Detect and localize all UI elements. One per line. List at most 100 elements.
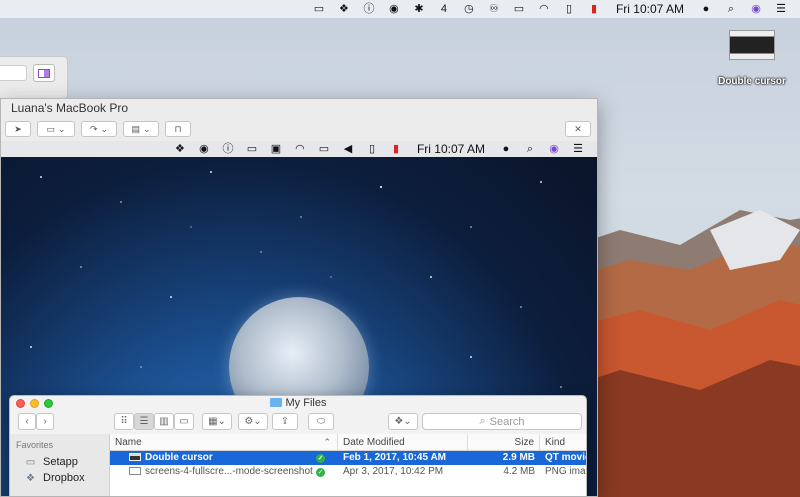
- airplay-icon[interactable]: ▭: [512, 2, 526, 16]
- sort-ascending-icon: ⌃: [323, 437, 331, 447]
- icon-view-button[interactable]: ⠿: [114, 413, 134, 430]
- disconnect-button[interactable]: ✕: [565, 121, 591, 137]
- siri-icon[interactable]: ◉: [547, 142, 561, 156]
- info-icon[interactable]: ⓘ: [221, 142, 235, 156]
- wifi-icon[interactable]: ◠: [293, 142, 307, 156]
- table-row[interactable]: screens-4-fullscre...-mode-screenshot ✓ …: [110, 465, 586, 479]
- user-icon[interactable]: ●: [499, 142, 513, 156]
- file-name: Double cursor: [145, 452, 213, 463]
- movie-file-icon: [129, 453, 141, 461]
- list-icon[interactable]: ☰: [571, 142, 585, 156]
- forward-button[interactable]: ›: [36, 413, 54, 430]
- file-date-cell: Feb 1, 2017, 10:45 AM: [343, 452, 447, 463]
- airplay-icon[interactable]: ▭: [317, 142, 331, 156]
- folder-icon: ▭: [25, 456, 36, 468]
- cover-flow-icon: ▭: [179, 416, 189, 427]
- column-view-button[interactable]: ▥: [154, 413, 174, 430]
- pointer-mode-button[interactable]: ➤: [5, 121, 31, 137]
- finder-window: My Files ‹ › ⠿ ☰ ▥ ▭ ▦ ⌄ ⚙ ⌄ ⇪ ⬭ ❖ ⌄ ⌕ Sear…: [9, 395, 587, 496]
- column-header-kind[interactable]: Kind: [540, 434, 586, 450]
- siri-icon[interactable]: ◉: [749, 2, 763, 16]
- file-list-header: Name ⌃ Date Modified Size Kind: [110, 434, 586, 451]
- close-icon: ✕: [574, 123, 582, 134]
- sidebar-item-label: Dropbox: [43, 472, 85, 484]
- user-icon[interactable]: ●: [699, 2, 713, 16]
- clipboard-button[interactable]: ▤ ⌄: [123, 121, 159, 137]
- dropbox-icon[interactable]: ❖: [173, 142, 187, 156]
- flag-icon[interactable]: ▮: [587, 2, 601, 16]
- zoom-window-button[interactable]: [44, 399, 53, 408]
- tags-button[interactable]: ⬭: [308, 413, 334, 430]
- dropbox-menu-button[interactable]: ❖ ⌄: [388, 413, 418, 430]
- sidebar-toggle-button[interactable]: [33, 64, 55, 82]
- remote-menu-bar: ❖ ◉ ⓘ ▭ ▣ ◠ ▭ ◀ ▯ ▮ Fri 10:07 AM ● ⌕ ◉ ☰: [1, 141, 597, 157]
- finder-title: My Files: [285, 397, 327, 409]
- table-row[interactable]: Double cursor ✓ Feb 1, 2017, 10:45 AM 2.…: [110, 451, 586, 465]
- share-action-button[interactable]: ↷ ⌄: [81, 121, 117, 137]
- group-button[interactable]: ▦ ⌄: [202, 413, 232, 430]
- chevron-down-icon: ⌄: [253, 416, 262, 427]
- sidebar-item-dropbox[interactable]: ❖ Dropbox: [10, 470, 109, 486]
- window-controls: [16, 399, 53, 408]
- grid-icon: ⠿: [120, 416, 128, 427]
- calendar-icon[interactable]: 4: [437, 2, 451, 16]
- menu-bar-clock[interactable]: Fri 10:07 AM: [612, 2, 688, 16]
- share-icon: ⇪: [280, 416, 290, 427]
- remote-screen-window: Luana's MacBook Pro ➤ ▭ ⌄ ↷ ⌄ ▤ ⌄ ⊓ ✕ ❖ ◉ ⓘ…: [0, 98, 598, 497]
- screens-icon[interactable]: ▣: [269, 142, 283, 156]
- gallery-view-button[interactable]: ▭: [174, 413, 194, 430]
- close-window-button[interactable]: [16, 399, 25, 408]
- dropbox-icon[interactable]: ❖: [337, 2, 351, 16]
- binoculars-icon[interactable]: ♾: [487, 2, 501, 16]
- list-icon[interactable]: ☰: [774, 2, 788, 16]
- file-size-cell: 2.9 MB: [502, 452, 535, 463]
- minimize-window-button[interactable]: [30, 399, 39, 408]
- remote-display-icon[interactable]: ▭: [245, 142, 259, 156]
- wifi-signal-icon[interactable]: ◉: [387, 2, 401, 16]
- bluetooth-icon[interactable]: ✱: [412, 2, 426, 16]
- list-view-button[interactable]: ☰: [134, 413, 154, 430]
- wifi-signal-icon[interactable]: ◉: [197, 142, 211, 156]
- column-header-name[interactable]: Name ⌃: [110, 434, 338, 450]
- desktop-file-double-cursor[interactable]: Double cursor: [712, 30, 792, 87]
- sync-check-icon: ✓: [316, 467, 325, 477]
- desktop-file-label: Double cursor: [718, 76, 786, 87]
- remote-toolbar: ➤ ▭ ⌄ ↷ ⌄ ▤ ⌄ ⊓ ✕: [1, 117, 597, 141]
- action-button[interactable]: ⚙ ⌄: [238, 413, 268, 430]
- background-window: [0, 56, 68, 100]
- chevron-down-icon: ⌄: [403, 416, 412, 427]
- back-button[interactable]: ‹: [18, 413, 36, 430]
- volume-icon[interactable]: ◀: [341, 142, 355, 156]
- clipboard-icon: ▤: [131, 123, 140, 134]
- column-header-size[interactable]: Size: [468, 434, 540, 450]
- search-icon: ⌕: [479, 415, 486, 427]
- search-field[interactable]: ⌕ Search: [422, 413, 582, 430]
- background-window-field[interactable]: [0, 65, 27, 81]
- movie-thumbnail-icon: [729, 30, 775, 60]
- sidebar-item-label: Setapp: [43, 456, 78, 468]
- info-icon[interactable]: ⓘ: [362, 2, 376, 16]
- laptop-icon: ▭: [46, 123, 55, 134]
- share-button[interactable]: ⇪: [272, 413, 298, 430]
- wifi-icon[interactable]: ◠: [537, 2, 551, 16]
- search-icon[interactable]: ⌕: [724, 2, 738, 16]
- flag-icon[interactable]: ▮: [389, 142, 403, 156]
- tag-icon: ⬭: [316, 416, 326, 427]
- finder-sidebar: Favorites ▭ Setapp ❖ Dropbox: [10, 434, 109, 496]
- battery-icon[interactable]: ▯: [562, 2, 576, 16]
- sidebar-item-setapp[interactable]: ▭ Setapp: [10, 454, 109, 470]
- lock-button[interactable]: ⊓: [165, 121, 191, 137]
- battery-icon[interactable]: ▯: [365, 142, 379, 156]
- display-select-button[interactable]: ▭ ⌄: [37, 121, 75, 137]
- sidebar-toggle-icon: [38, 68, 50, 78]
- column-header-date[interactable]: Date Modified: [338, 434, 468, 450]
- dropbox-icon: ❖: [394, 416, 404, 427]
- clock-icon[interactable]: ◷: [462, 2, 476, 16]
- sync-check-icon: ✓: [316, 453, 325, 463]
- remote-menu-bar-clock[interactable]: Fri 10:07 AM: [413, 142, 489, 156]
- chevron-down-icon: ⌄: [142, 123, 151, 134]
- chevron-down-icon: ⌄: [57, 123, 66, 134]
- search-icon[interactable]: ⌕: [523, 142, 537, 156]
- battery-status-icon[interactable]: ▭: [312, 2, 326, 16]
- column-header-label: Name: [115, 437, 142, 448]
